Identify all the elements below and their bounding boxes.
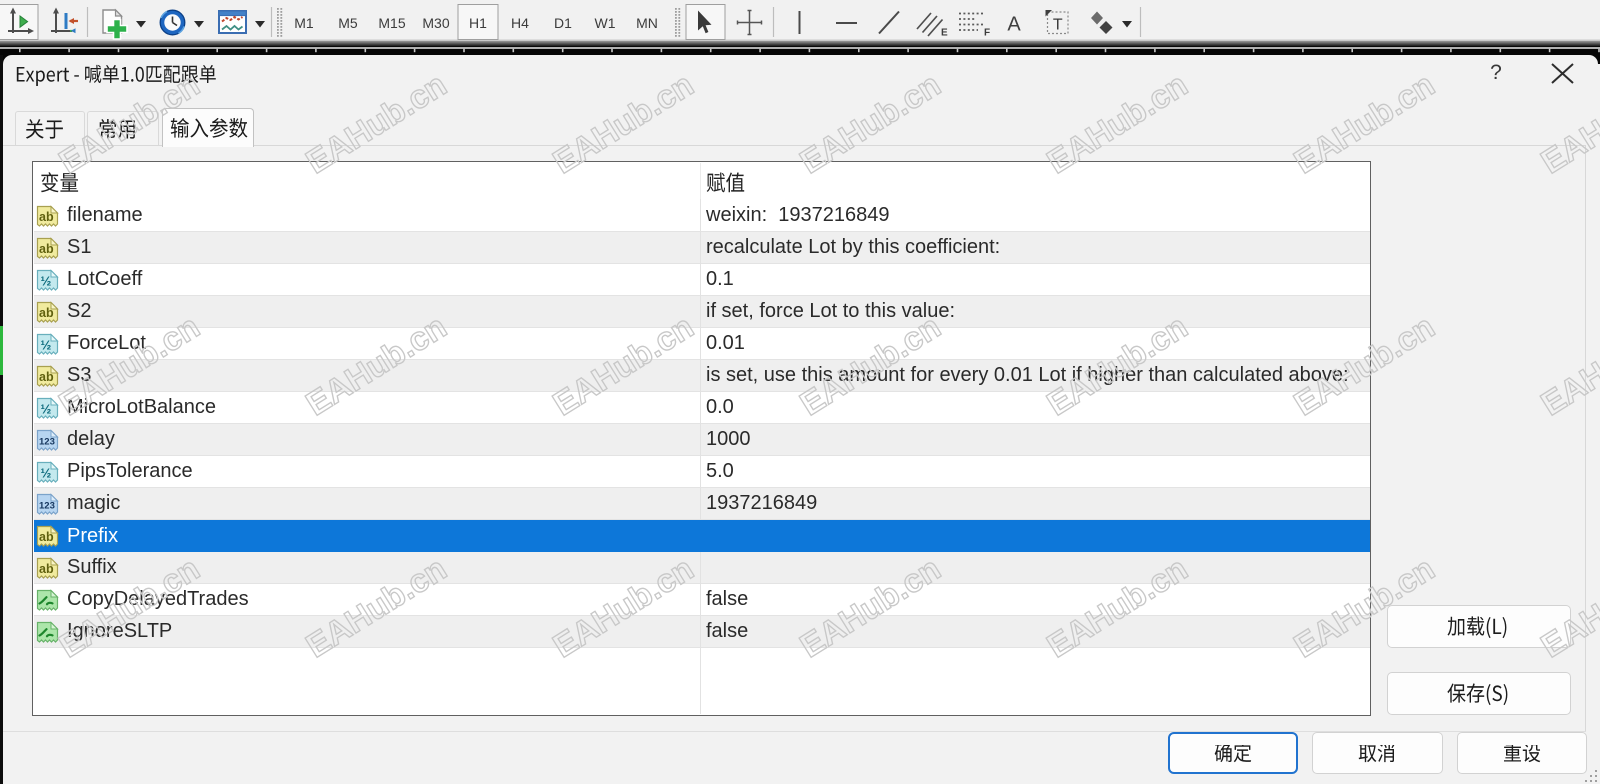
svg-text:ab: ab bbox=[39, 562, 54, 576]
svg-text:½: ½ bbox=[41, 466, 52, 481]
svg-text:½: ½ bbox=[41, 402, 52, 417]
svg-text:½: ½ bbox=[41, 338, 52, 353]
svg-text:123: 123 bbox=[39, 437, 55, 448]
svg-text:½: ½ bbox=[41, 274, 52, 289]
svg-text:ab: ab bbox=[39, 306, 54, 320]
svg-text:ab: ab bbox=[39, 530, 54, 544]
svg-text:ab: ab bbox=[39, 210, 54, 224]
svg-text:ab: ab bbox=[39, 370, 54, 384]
svg-text:ab: ab bbox=[39, 242, 54, 256]
svg-text:123: 123 bbox=[39, 501, 55, 512]
